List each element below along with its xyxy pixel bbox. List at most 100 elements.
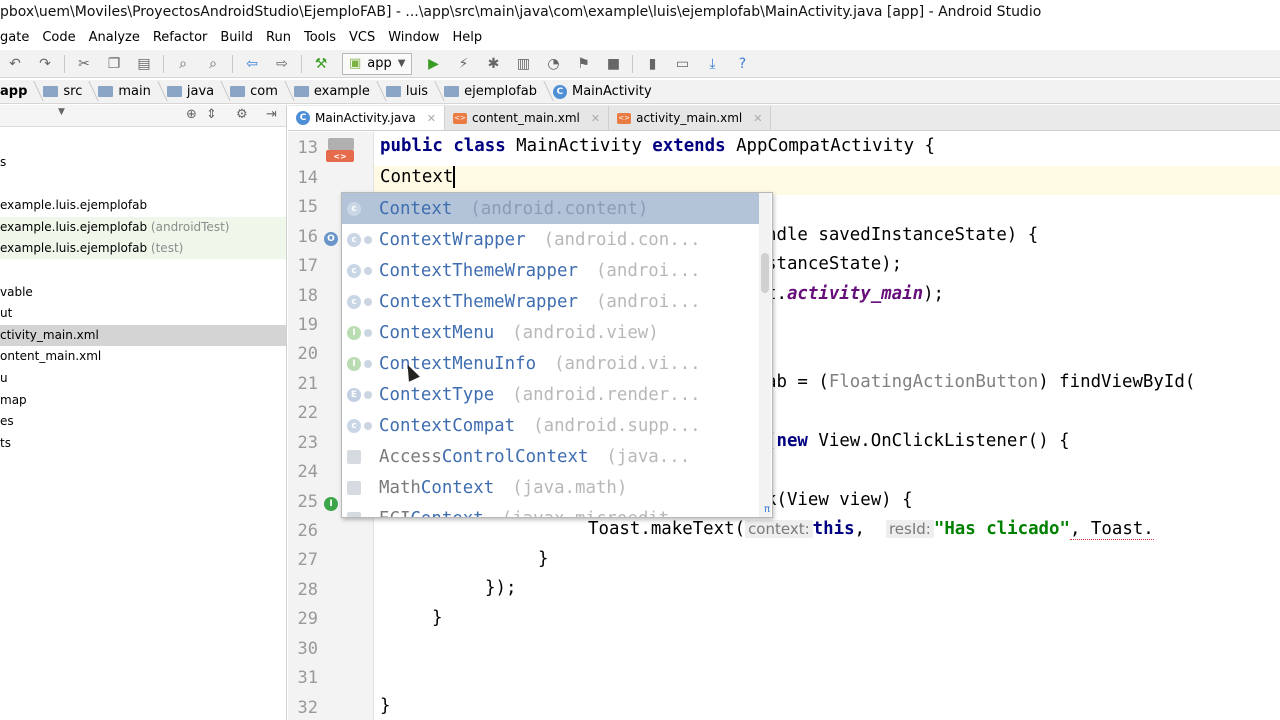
breadcrumb-java[interactable]: java [166,84,222,99]
close-icon[interactable]: ✕ [427,112,436,125]
replace-icon[interactable]: ⌕ [203,54,223,74]
completion-item[interactable]: c ContextThemeWrapper (androi... [342,255,760,286]
line-number: 30 [297,639,318,659]
menu-help[interactable]: Help [453,30,483,45]
override-icon[interactable]: O [324,232,338,246]
implement-icon[interactable]: I [324,497,338,511]
project-structure-icon[interactable]: ▭ [672,54,692,74]
current-line-highlight [374,166,1280,195]
tab-mainactivity[interactable]: C MainActivity.java ✕ [288,106,445,130]
run-configuration-select[interactable]: ▣ app ▼ [342,52,413,75]
run-icon[interactable]: ▶ [423,54,443,74]
breadcrumb-mainactivity[interactable]: C MainActivity [552,84,660,99]
breadcrumb-app[interactable]: app [0,84,35,99]
xml-file-icon: <> [453,112,467,124]
line-number: 20 [297,344,318,364]
menu-vcs[interactable]: VCS [349,30,375,45]
collapse-all-icon[interactable]: ⇕ [206,107,217,122]
completion-item[interactable]: E ContextType (android.render... [342,379,760,410]
code-completion-popup[interactable]: c Context (android.content) c ContextWrap… [341,192,773,518]
tree-item[interactable]: ts [0,433,286,454]
menu-navigate[interactable]: gate [0,30,29,45]
breadcrumb: app src main java com example luis ejemp… [0,80,1280,104]
tree-item-selected[interactable]: ctivity_main.xml [0,325,286,346]
code-line-14: Context [380,166,456,188]
gear-icon[interactable]: ⚙ [236,107,248,122]
folder-icon [385,86,401,97]
menu-build[interactable]: Build [220,30,253,45]
close-icon[interactable]: ✕ [591,112,600,125]
breadcrumb-example[interactable]: example [293,84,378,99]
xml-layout-icon[interactable]: <> [326,150,354,162]
tree-item[interactable]: vable [0,282,286,303]
completion-item[interactable]: c ContextThemeWrapper (androi... [342,286,760,317]
tree-item[interactable]: s [0,152,286,173]
tree-item[interactable]: map [0,390,286,411]
help-icon[interactable]: ? [732,54,752,74]
coverage-icon[interactable]: ▥ [513,54,533,74]
completion-scrollbar-thumb[interactable] [761,253,769,293]
completion-item[interactable]: I ContextMenu (android.view) [342,317,760,348]
make-project-icon[interactable]: ⚒ [311,54,331,74]
toolbar-separator [64,54,65,73]
breadcrumb-luis[interactable]: luis [385,84,436,99]
menu-tools[interactable]: Tools [304,30,336,45]
tree-item[interactable]: es [0,411,286,432]
completion-item[interactable]: c ContextWrapper (android.con... [342,224,760,255]
redo-icon[interactable]: ↷ [35,54,55,74]
completion-item[interactable]: c Context (android.content) [342,193,760,224]
menu-code[interactable]: Code [42,30,75,45]
undo-icon[interactable]: ↶ [5,54,25,74]
paste-icon[interactable]: ▤ [134,54,154,74]
stop-icon[interactable]: ■ [603,54,623,74]
back-icon[interactable]: ⇦ [242,54,262,74]
sdk-manager-icon[interactable]: ⤓ [702,54,722,74]
tree-item[interactable]: example.luis.ejemplofab (test) [0,238,286,259]
menu-refactor[interactable]: Refactor [153,30,208,45]
menu-window[interactable]: Window [388,30,439,45]
tree-item[interactable]: ut [0,303,286,324]
visibility-icon [364,328,372,337]
tab-activity-main[interactable]: <> activity_main.xml ✕ [609,106,772,130]
breadcrumb-src[interactable]: src [43,84,90,99]
pi-icon[interactable]: π [764,504,770,515]
menu-run[interactable]: Run [266,30,291,45]
scroll-from-source-icon[interactable]: ⊕ [186,107,197,122]
find-icon[interactable]: ⌕ [173,54,193,74]
tab-content-main[interactable]: <> content_main.xml ✕ [445,106,610,130]
hide-panel-icon[interactable]: ⇥ [266,107,277,122]
class-file-icon [347,449,361,464]
layout-icon[interactable] [328,138,354,150]
profile-icon[interactable]: ◔ [543,54,563,74]
forward-icon[interactable]: ⇨ [272,54,292,74]
debug-icon[interactable]: ✱ [483,54,503,74]
tree-item[interactable]: ontent_main.xml [0,346,286,367]
breadcrumb-main[interactable]: main [98,84,158,99]
visibility-icon [364,235,372,244]
completion-item[interactable]: ECIContext(javax.microedit... [342,503,760,517]
android-icon: ▣ [349,56,362,71]
completion-item[interactable]: Math Context (java.math) [342,472,760,503]
tree-item[interactable]: example.luis.ejemplofab [0,195,286,216]
menu-analyze[interactable]: Analyze [89,30,140,45]
chevron-down-icon[interactable]: ▼ [58,107,65,117]
completion-item[interactable]: Access ControlContext (java... [342,441,760,472]
line-number: 14 [297,168,318,188]
close-icon[interactable]: ✕ [753,112,762,125]
avd-manager-icon[interactable]: ▮ [642,54,662,74]
completion-scrollbar[interactable] [759,193,771,517]
line-number: 16 [297,227,318,247]
completion-item[interactable]: c ContextCompat (android.supp... [342,410,760,441]
line-number: 27 [297,550,318,570]
line-number: 28 [297,580,318,600]
code-line-25: k(View view) { [766,490,913,510]
tree-item[interactable]: example.luis.ejemplofab (androidTest) [0,217,286,238]
class-file-icon [347,511,361,517]
breadcrumb-ejemplofab[interactable]: ejemplofab [444,84,545,99]
cut-icon[interactable]: ✂ [74,54,94,74]
apply-changes-icon[interactable]: ⚡ [453,54,473,74]
copy-icon[interactable]: ❐ [104,54,124,74]
attach-debugger-icon[interactable]: ⚑ [573,54,593,74]
tree-item[interactable]: u [0,368,286,389]
breadcrumb-com[interactable]: com [230,84,286,99]
